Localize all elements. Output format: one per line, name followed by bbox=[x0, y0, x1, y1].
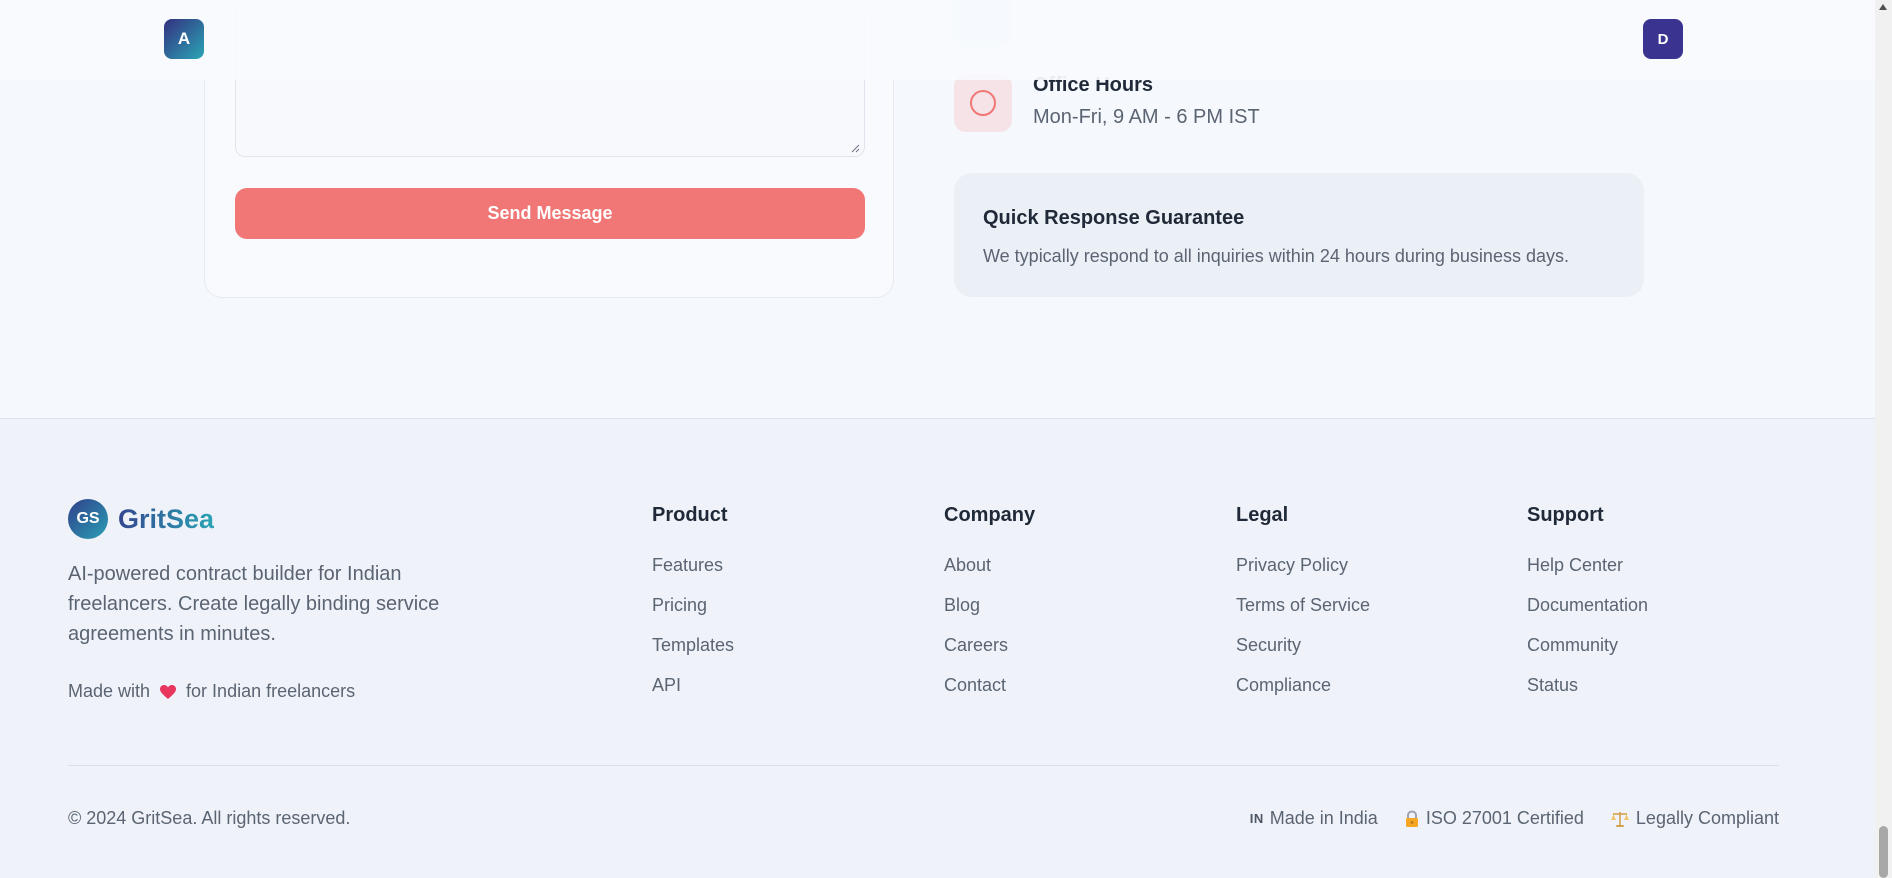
footer-column-company: Company About Blog Careers Contact bbox=[944, 504, 1035, 715]
footer-column-support: Support Help Center Documentation Commun… bbox=[1527, 504, 1648, 715]
brand-name: GritSea bbox=[118, 503, 215, 534]
footer-link-templates[interactable]: Templates bbox=[652, 635, 734, 675]
resize-handle-icon[interactable] bbox=[851, 144, 860, 153]
scales-icon bbox=[1610, 810, 1630, 828]
footer-link-help-center[interactable]: Help Center bbox=[1527, 555, 1648, 595]
footer-link-privacy-policy[interactable]: Privacy Policy bbox=[1236, 555, 1370, 595]
scroll-up-arrow-icon[interactable] bbox=[1879, 4, 1887, 10]
footer-column-legal: Legal Privacy Policy Terms of Service Se… bbox=[1236, 504, 1370, 715]
site-footer: GS GritSea AI-powered contract builder f… bbox=[0, 418, 1875, 878]
clock-icon bbox=[970, 90, 996, 116]
column-title: Legal bbox=[1236, 504, 1289, 526]
badge-legally-compliant: Legally Compliant bbox=[1610, 808, 1779, 829]
footer-link-about[interactable]: About bbox=[944, 555, 1035, 595]
india-flag-icon: IN bbox=[1249, 811, 1264, 826]
footer-link-terms-of-service[interactable]: Terms of Service bbox=[1236, 595, 1370, 635]
footer-link-pricing[interactable]: Pricing bbox=[652, 595, 734, 635]
column-title: Company bbox=[944, 504, 1036, 526]
footer-link-documentation[interactable]: Documentation bbox=[1527, 595, 1648, 635]
office-hours-icon-box bbox=[954, 74, 1012, 132]
quick-response-title: Quick Response Guarantee bbox=[983, 207, 1245, 229]
quick-response-card: Quick Response Guarantee We typically re… bbox=[954, 173, 1644, 297]
badge-iso-certified: ISO 27001 Certified bbox=[1404, 808, 1584, 829]
column-title: Support bbox=[1527, 504, 1604, 526]
footer-link-community[interactable]: Community bbox=[1527, 635, 1648, 675]
footer-link-api[interactable]: API bbox=[652, 675, 734, 715]
office-hours-value: Mon-Fri, 9 AM - 6 PM IST bbox=[1033, 106, 1260, 128]
made-with-line: Made with for Indian freelancers bbox=[68, 681, 355, 702]
app-logo-avatar[interactable]: A bbox=[164, 19, 204, 59]
send-message-button[interactable]: Send Message bbox=[235, 188, 865, 239]
badge-made-in-india: IN Made in India bbox=[1250, 808, 1378, 829]
footer-brand[interactable]: GS GritSea bbox=[68, 499, 214, 539]
office-hours-row: Office Hours Mon-Fri, 9 AM - 6 PM IST bbox=[954, 74, 1260, 132]
footer-link-careers[interactable]: Careers bbox=[944, 635, 1035, 675]
footer-badges: IN Made in India ISO 27001 Certified Leg… bbox=[1224, 808, 1779, 829]
badge-label: Legally Compliant bbox=[1635, 808, 1779, 828]
footer-link-blog[interactable]: Blog bbox=[944, 595, 1035, 635]
lock-icon bbox=[1404, 809, 1420, 828]
top-header: A D bbox=[0, 0, 1875, 80]
footer-link-status[interactable]: Status bbox=[1527, 675, 1648, 715]
column-title: Product bbox=[652, 504, 728, 526]
footer-column-product: Product Features Pricing Templates API bbox=[652, 504, 734, 715]
footer-link-features[interactable]: Features bbox=[652, 555, 734, 595]
badge-label: ISO 27001 Certified bbox=[1425, 808, 1584, 828]
brand-description: AI-powered contract builder for Indian f… bbox=[68, 563, 440, 645]
made-with-prefix: Made with bbox=[68, 681, 151, 701]
page-scrollbar[interactable] bbox=[1875, 0, 1892, 878]
footer-link-compliance[interactable]: Compliance bbox=[1236, 675, 1370, 715]
brand-logo: GS bbox=[68, 499, 108, 539]
made-with-suffix: for Indian freelancers bbox=[186, 681, 356, 701]
copyright-text: © 2024 GritSea. All rights reserved. bbox=[68, 808, 351, 828]
quick-response-text: We typically respond to all inquiries wi… bbox=[983, 246, 1569, 266]
footer-divider bbox=[68, 765, 1779, 766]
badge-label: Made in India bbox=[1269, 808, 1378, 828]
heart-icon bbox=[159, 684, 177, 700]
footer-link-security[interactable]: Security bbox=[1236, 635, 1370, 675]
scrollbar-thumb[interactable] bbox=[1879, 826, 1888, 878]
user-avatar[interactable]: D bbox=[1643, 19, 1683, 59]
footer-link-contact[interactable]: Contact bbox=[944, 675, 1035, 715]
